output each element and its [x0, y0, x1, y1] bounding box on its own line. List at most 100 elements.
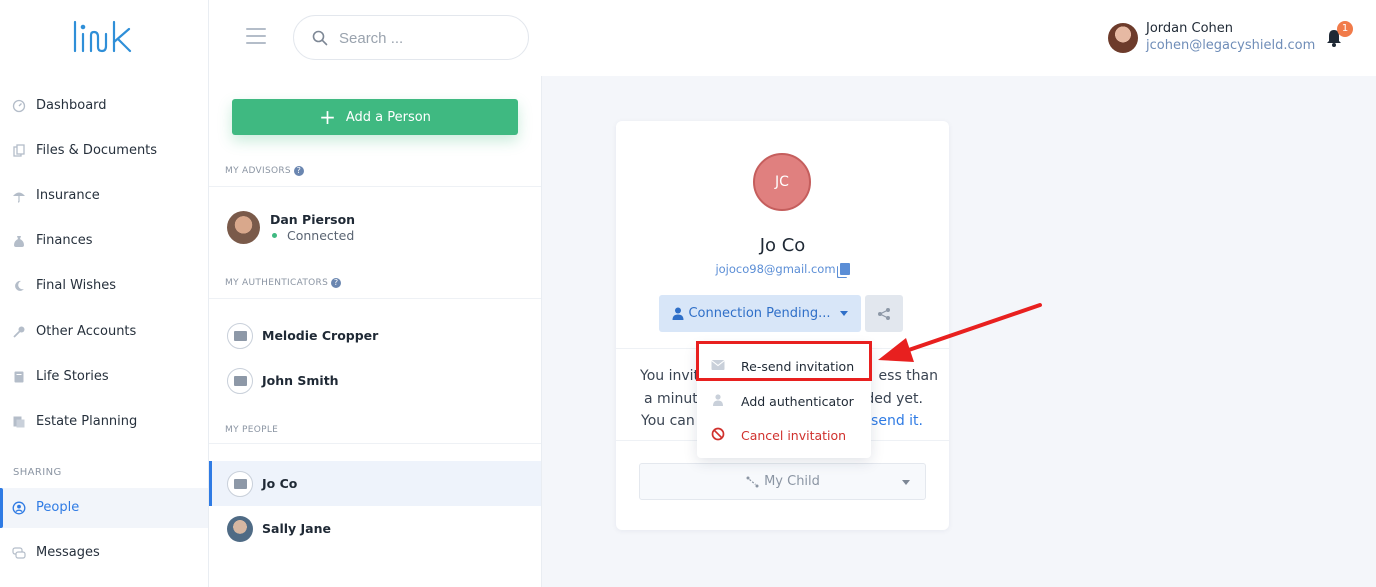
cancel-invitation-label: Cancel invitation	[741, 428, 847, 443]
authenticators-group-title: MY AUTHENTICATORS ?	[225, 278, 342, 288]
connection-status-button[interactable]: Connection Pending...	[659, 295, 861, 332]
advisors-group-title: MY ADVISORS ?	[225, 166, 304, 176]
copy-icon[interactable]	[839, 263, 850, 275]
plus-icon: +	[319, 105, 336, 129]
nav-label: Life Stories	[36, 369, 109, 384]
highlight-box	[696, 341, 872, 381]
nav-life-stories[interactable]: Life Stories	[0, 357, 208, 397]
envelope-avatar	[227, 323, 253, 349]
caret-down-icon	[902, 480, 910, 485]
envelope-avatar	[227, 368, 253, 394]
person-circle-icon	[12, 501, 26, 515]
people-group-title: MY PEOPLE	[225, 425, 278, 435]
person-item[interactable]: Jo Co	[209, 461, 541, 506]
initials-avatar: JC	[753, 153, 811, 211]
card-person-name: Jo Co	[759, 235, 806, 256]
nav-insurance[interactable]: Insurance	[0, 176, 208, 216]
add-person-button[interactable]: + Add a Person	[232, 99, 518, 135]
resend-link[interactable]: -send it.	[866, 410, 923, 433]
user-name: Jordan Cohen	[1146, 21, 1234, 36]
red-arrow-annotation	[878, 303, 1042, 362]
files-icon	[13, 144, 25, 157]
people-title-text: MY PEOPLE	[225, 425, 279, 435]
advisor-name: Dan Pierson	[270, 212, 356, 227]
person-name: Jo Co	[262, 476, 298, 491]
advisor-status: Connected	[270, 228, 354, 243]
active-indicator	[209, 461, 212, 506]
caret-down-icon	[839, 311, 848, 316]
nav-messages[interactable]: Messages	[0, 533, 208, 573]
divider	[209, 298, 541, 299]
person-name: Sally Jane	[262, 521, 331, 536]
relationship-value: My Child	[764, 474, 820, 489]
advisor-item[interactable]: Dan Pierson Connected	[209, 204, 541, 252]
connection-status-label: Connection Pending...	[688, 306, 831, 321]
nav-label: People	[36, 500, 80, 515]
info-text-line2-left: a minut	[644, 390, 698, 407]
person-avatar	[227, 516, 253, 542]
advisor-avatar	[227, 211, 260, 244]
search-input[interactable]	[339, 27, 509, 49]
envelope-icon	[234, 331, 247, 341]
divider	[209, 186, 541, 187]
nav-finances[interactable]: Finances	[0, 221, 208, 261]
relationship-select[interactable]: My Child	[639, 463, 926, 500]
moon-icon	[15, 280, 24, 291]
notification-badge: 1	[1337, 21, 1353, 37]
document-icon	[13, 416, 25, 428]
nav-label: Final Wishes	[36, 278, 117, 293]
person-icon	[713, 394, 723, 406]
money-bag-icon	[14, 236, 24, 247]
envelope-avatar	[227, 471, 253, 497]
envelope-icon	[234, 376, 247, 386]
nav-label: Dashboard	[36, 98, 107, 113]
sharing-section-label: SHARING	[13, 467, 62, 478]
nav-final-wishes[interactable]: Final Wishes	[0, 266, 208, 306]
nav-label: Other Accounts	[36, 324, 137, 339]
search-box[interactable]	[293, 15, 529, 60]
cancel-invitation-item[interactable]: Cancel invitation	[697, 417, 871, 451]
nav-label: Finances	[36, 233, 93, 248]
card-email[interactable]: jojoco98@gmail.com	[715, 262, 835, 276]
nav-label: Estate Planning	[36, 414, 138, 429]
cancel-icon	[711, 427, 725, 441]
info-text-line3-left: You can	[641, 413, 695, 429]
person-item[interactable]: Sally Jane	[209, 506, 541, 551]
nav-label: Files & Documents	[36, 143, 158, 158]
nav-label: Messages	[36, 545, 100, 560]
authenticator-item[interactable]: John Smith	[209, 358, 541, 403]
nav-dashboard[interactable]: Dashboard	[0, 86, 208, 126]
info-text-line2-right: ded yet.	[865, 390, 923, 407]
advisor-status-text: Connected	[287, 228, 355, 243]
help-icon[interactable]: ?	[293, 166, 304, 176]
dashboard-icon	[12, 99, 26, 113]
user-email: jcohen@legacyshield.com	[1146, 38, 1316, 53]
book-icon	[14, 371, 24, 383]
menu-toggle-icon[interactable]	[246, 28, 266, 44]
person-icon	[672, 307, 684, 320]
status-dot	[272, 233, 277, 238]
key-icon	[13, 326, 25, 338]
active-indicator	[0, 488, 3, 528]
info-text-line1-left: You invit	[640, 368, 700, 384]
user-avatar	[1108, 23, 1138, 53]
people-panel: + Add a Person MY ADVISORS ? Dan Pierson…	[209, 76, 542, 587]
authenticator-item[interactable]: Melodie Cropper	[209, 313, 541, 358]
help-icon[interactable]: ?	[331, 278, 342, 288]
advisors-title-text: MY ADVISORS	[225, 166, 291, 176]
divider	[209, 443, 541, 444]
add-person-label: Add a Person	[345, 109, 431, 125]
relationship-icon	[746, 476, 759, 487]
authenticators-title-text: MY AUTHENTICATORS	[225, 278, 329, 288]
link-logo[interactable]	[72, 18, 136, 58]
nav-other-accounts[interactable]: Other Accounts	[0, 312, 208, 352]
envelope-icon	[234, 479, 247, 489]
add-authenticator-item[interactable]: Add authenticator	[697, 383, 871, 417]
authenticator-name: John Smith	[262, 373, 339, 388]
sidebar: Dashboard Files & Documents Insurance Fi…	[0, 0, 209, 587]
nav-people[interactable]: People	[0, 488, 208, 528]
search-icon	[312, 30, 328, 46]
umbrella-icon	[13, 192, 25, 203]
nav-estate-planning[interactable]: Estate Planning	[0, 402, 208, 442]
nav-files-documents[interactable]: Files & Documents	[0, 131, 208, 171]
